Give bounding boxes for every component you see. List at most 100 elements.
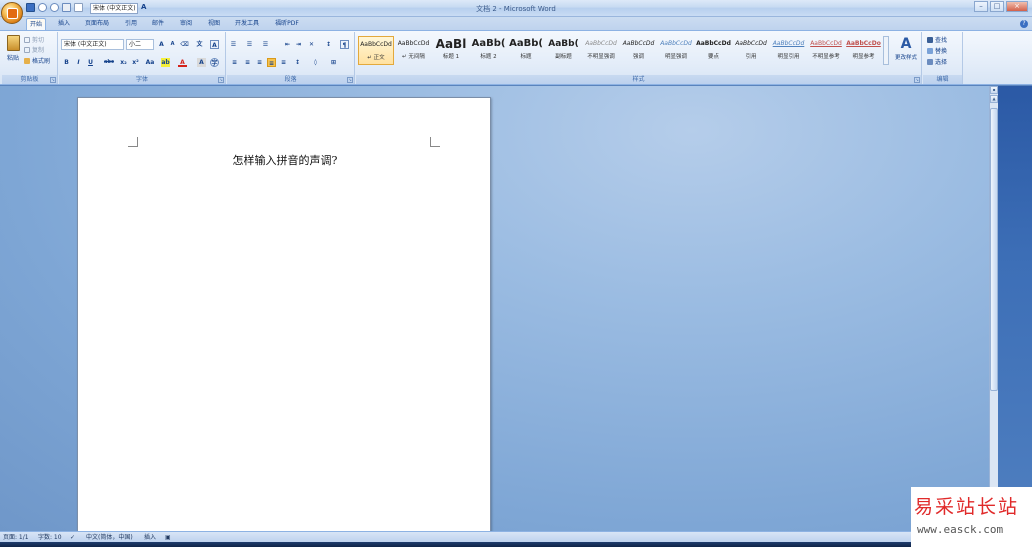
document-page[interactable]: 怎样输入拼音的声调? xyxy=(77,97,491,537)
font-name-combo[interactable]: 宋体 (中文正文) xyxy=(61,39,124,50)
style-tile[interactable]: AaBbCcDd 不明显强调 xyxy=(583,36,619,65)
style-tile[interactable]: AaBbCcDd 强调 xyxy=(621,36,657,65)
tab-review[interactable]: 审阅 xyxy=(176,18,196,30)
watermark-text: 易采站长站 xyxy=(914,496,1020,518)
shrink-font-icon[interactable]: A xyxy=(168,40,177,49)
superscript-icon[interactable]: x² xyxy=(131,58,140,67)
multilevel-list-icon[interactable]: ☰ xyxy=(261,40,270,49)
window-controls: – □ × xyxy=(974,1,1028,12)
char-border-icon[interactable]: A xyxy=(210,40,219,49)
bullets-icon[interactable]: ☰ xyxy=(229,40,238,49)
style-tile[interactable]: AaBbCcDd ↵ 正文 xyxy=(358,36,394,65)
style-name: 明显强调 xyxy=(664,54,687,60)
replace-button[interactable]: 替换 xyxy=(927,46,947,55)
line-spacing-icon[interactable]: ↕ xyxy=(293,58,302,67)
style-tile[interactable]: AaBbCcDd 引用 xyxy=(733,36,769,65)
status-language[interactable]: 中文(简体，中国) xyxy=(86,533,133,542)
office-logo-icon xyxy=(6,7,18,19)
copy-label: 复制 xyxy=(32,47,45,54)
style-tile[interactable]: AaBbCcDd 明显引用 xyxy=(771,36,807,65)
styles-launcher-icon[interactable]: ↘ xyxy=(914,77,920,83)
status-page[interactable]: 页面: 1/1 xyxy=(3,533,29,542)
shading-icon[interactable]: ◊ xyxy=(311,58,320,67)
proofing-icon[interactable]: ✓ xyxy=(70,533,75,542)
align-center-icon[interactable]: ≡ xyxy=(243,58,252,67)
font-launcher-icon[interactable]: ↘ xyxy=(218,77,224,83)
style-name: 不明显参考 xyxy=(812,54,840,60)
format-painter-button[interactable]: 格式刷 xyxy=(24,56,50,65)
font-size-combo[interactable]: 小二 xyxy=(126,39,154,50)
sort-icon[interactable]: ↕ xyxy=(324,40,333,49)
enclose-char-icon[interactable]: 字 xyxy=(210,58,219,67)
distribute-icon[interactable]: ≡ xyxy=(279,58,288,67)
style-sample: AaBbCcDo xyxy=(846,40,881,47)
justify-icon[interactable]: ≡ xyxy=(267,58,276,67)
status-words[interactable]: 字数: 10 xyxy=(38,533,62,542)
increase-indent-icon[interactable]: ⇥ xyxy=(294,40,303,49)
status-insert-mode[interactable]: 插入 xyxy=(144,533,156,542)
tab-insert[interactable]: 插入 xyxy=(54,18,74,30)
office-button[interactable] xyxy=(1,2,23,24)
chinese-layout-icon[interactable]: ✕ xyxy=(307,40,316,49)
bold-icon[interactable]: B xyxy=(62,58,71,67)
decrease-indent-icon[interactable]: ⇤ xyxy=(283,40,292,49)
style-tile[interactable]: AaBbCcDd 明显强调 xyxy=(658,36,694,65)
clear-format-icon[interactable]: ⌫ xyxy=(180,40,189,49)
gallery-scroll[interactable] xyxy=(883,36,889,65)
vertical-scrollbar[interactable]: ▪ ▲ xyxy=(989,86,998,531)
phonetic-guide-icon[interactable]: 文 xyxy=(195,40,204,49)
scroll-thumb[interactable] xyxy=(990,108,998,391)
clipboard-launcher-icon[interactable]: ↘ xyxy=(50,77,56,83)
paste-button[interactable]: 粘贴 xyxy=(4,35,22,69)
copy-button[interactable]: 复制 xyxy=(24,45,44,54)
show-marks-icon[interactable]: ¶ xyxy=(340,40,349,49)
find-button[interactable]: 查找 xyxy=(927,35,947,44)
paragraph-launcher-icon[interactable]: ↘ xyxy=(347,77,353,83)
style-tile[interactable]: AaBl 标题 1 xyxy=(433,36,469,65)
document-area: 怎样输入拼音的声调? xyxy=(0,86,989,537)
style-tile[interactable]: AaBbCcDd 不明显参考 xyxy=(808,36,844,65)
paste-label: 粘贴 xyxy=(6,55,19,62)
grow-font-icon[interactable]: A xyxy=(157,40,166,49)
borders-icon[interactable]: ⊞ xyxy=(329,58,338,67)
align-left-icon[interactable]: ≡ xyxy=(230,58,239,67)
font-color-red-icon[interactable]: A xyxy=(178,58,187,67)
close-icon[interactable]: × xyxy=(1006,1,1028,12)
tab-mailings[interactable]: 邮件 xyxy=(148,18,168,30)
style-tile[interactable]: AaBbCcDo 明显参考 xyxy=(846,36,882,65)
macro-record-icon[interactable]: ▣ xyxy=(165,533,171,542)
italic-icon[interactable]: I xyxy=(74,58,83,67)
document-text[interactable]: 怎样输入拼音的声调? xyxy=(78,152,492,168)
help-icon[interactable]: ? xyxy=(1020,20,1028,28)
cut-button[interactable]: 剪切 xyxy=(24,35,44,44)
group-label-font: 字体 xyxy=(59,75,225,84)
subscript-icon[interactable]: x₂ xyxy=(119,58,128,67)
tab-page-layout[interactable]: 页面布局 xyxy=(82,18,112,30)
change-styles-button[interactable]: A 更改样式 xyxy=(891,35,921,69)
highlight-icon[interactable]: ab xyxy=(161,58,170,67)
underline-icon[interactable]: U xyxy=(86,58,95,67)
tab-view[interactable]: 视图 xyxy=(204,18,224,30)
tab-references[interactable]: 引用 xyxy=(121,18,141,30)
cursor-icon xyxy=(927,58,933,65)
numbering-icon[interactable]: ☰ xyxy=(245,40,254,49)
scroll-up-icon[interactable]: ▲ xyxy=(990,95,998,103)
char-shading-icon[interactable]: A xyxy=(197,58,206,67)
style-tile[interactable]: AaBb(副标题 xyxy=(546,36,582,65)
strikethrough-icon[interactable]: abc xyxy=(103,58,115,67)
select-button[interactable]: 选择 xyxy=(927,57,947,66)
style-tile[interactable]: AaBb(标题 2 xyxy=(471,36,507,65)
style-tile[interactable]: AaBbCcDd ↵ 无间隔 xyxy=(396,36,432,65)
ruler-toggle-icon[interactable]: ▪ xyxy=(990,86,998,94)
editing-group: 查找 替换 选择 编辑 xyxy=(923,32,963,84)
tab-developer[interactable]: 开发工具 xyxy=(232,18,262,30)
style-tile[interactable]: AaBbCcDd 要点 xyxy=(696,36,732,65)
tab-home[interactable]: 开始 xyxy=(26,18,46,30)
style-tile[interactable]: AaBb(标题 xyxy=(508,36,544,65)
maximize-icon[interactable]: □ xyxy=(990,1,1004,12)
align-right-icon[interactable]: ≡ xyxy=(255,58,264,67)
tab-foxit-pdf[interactable]: 福昕PDF xyxy=(271,18,303,30)
change-case-icon[interactable]: Aa xyxy=(144,58,156,67)
crop-mark-right xyxy=(430,137,440,147)
minimize-icon[interactable]: – xyxy=(974,1,988,12)
